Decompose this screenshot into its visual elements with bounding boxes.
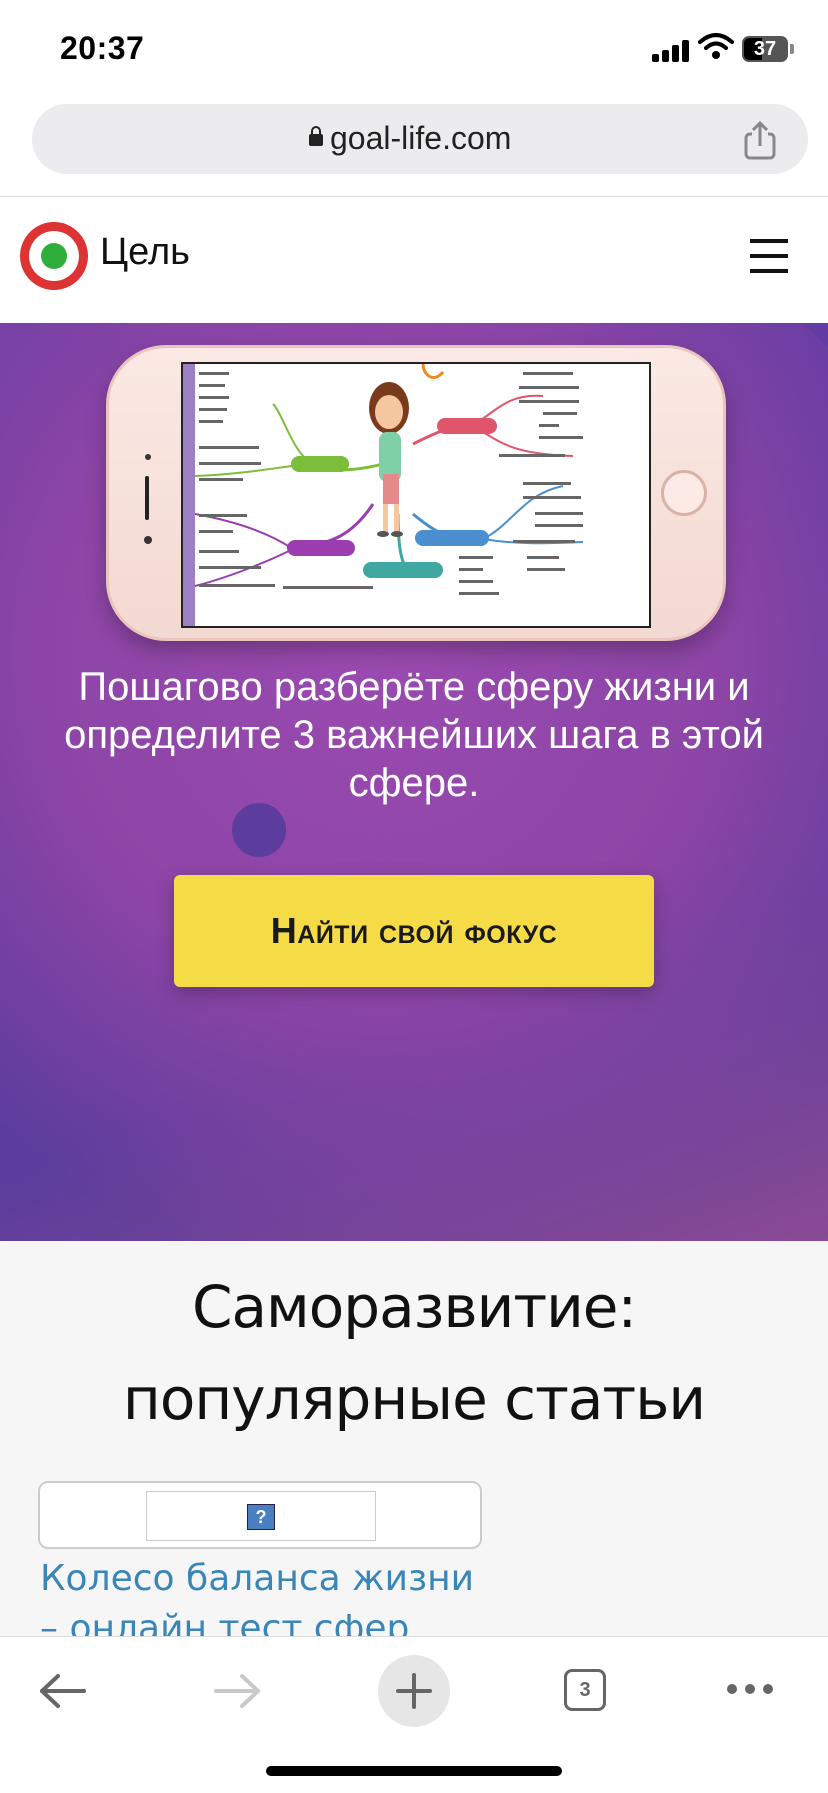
article-card-image[interactable]: ? bbox=[38, 1481, 482, 1549]
articles-section: Саморазвитие: популярные статьи ? Колесо… bbox=[0, 1241, 828, 1699]
home-button-icon bbox=[661, 470, 707, 516]
broken-image-placeholder: ? bbox=[146, 1491, 376, 1541]
tabs-count-button[interactable]: 3 bbox=[564, 1669, 606, 1711]
plus-icon bbox=[396, 1673, 432, 1709]
wifi-icon bbox=[698, 33, 734, 59]
mindmap-image bbox=[181, 362, 651, 628]
hamburger-menu-icon[interactable] bbox=[750, 239, 788, 273]
status-bar: 20:37 37 bbox=[0, 0, 828, 96]
share-icon[interactable] bbox=[742, 120, 778, 160]
hero-description: Пошагово разберёте сферу жизни и определ… bbox=[64, 665, 764, 805]
battery-level: 37 bbox=[753, 38, 777, 60]
battery-icon: 37 bbox=[742, 36, 794, 62]
lock-icon bbox=[309, 126, 323, 146]
logo-icon[interactable] bbox=[20, 222, 88, 290]
broken-image-icon: ? bbox=[247, 1504, 275, 1530]
hero-banner: Пошагово разберёте сферу жизни и определ… bbox=[0, 323, 828, 1241]
site-header: Цель bbox=[0, 197, 828, 323]
phone-illustration bbox=[106, 345, 726, 641]
address-url[interactable]: goal-life.com bbox=[330, 120, 511, 157]
back-arrow-icon[interactable] bbox=[38, 1671, 88, 1711]
logo-text[interactable]: Цель bbox=[100, 231, 190, 274]
new-tab-button[interactable] bbox=[378, 1655, 450, 1727]
more-icon[interactable] bbox=[726, 1681, 774, 1697]
home-indicator[interactable] bbox=[266, 1766, 562, 1776]
forward-arrow-icon[interactable] bbox=[212, 1671, 262, 1711]
section-title: Саморазвитие: популярные статьи bbox=[122, 1273, 706, 1433]
browser-address-area: goal-life.com bbox=[0, 96, 828, 197]
find-focus-button[interactable]: Найти свой фокус bbox=[174, 875, 654, 987]
address-bar[interactable]: goal-life.com bbox=[32, 104, 808, 174]
status-time: 20:37 bbox=[60, 30, 145, 66]
cellular-signal-icon bbox=[652, 38, 692, 62]
